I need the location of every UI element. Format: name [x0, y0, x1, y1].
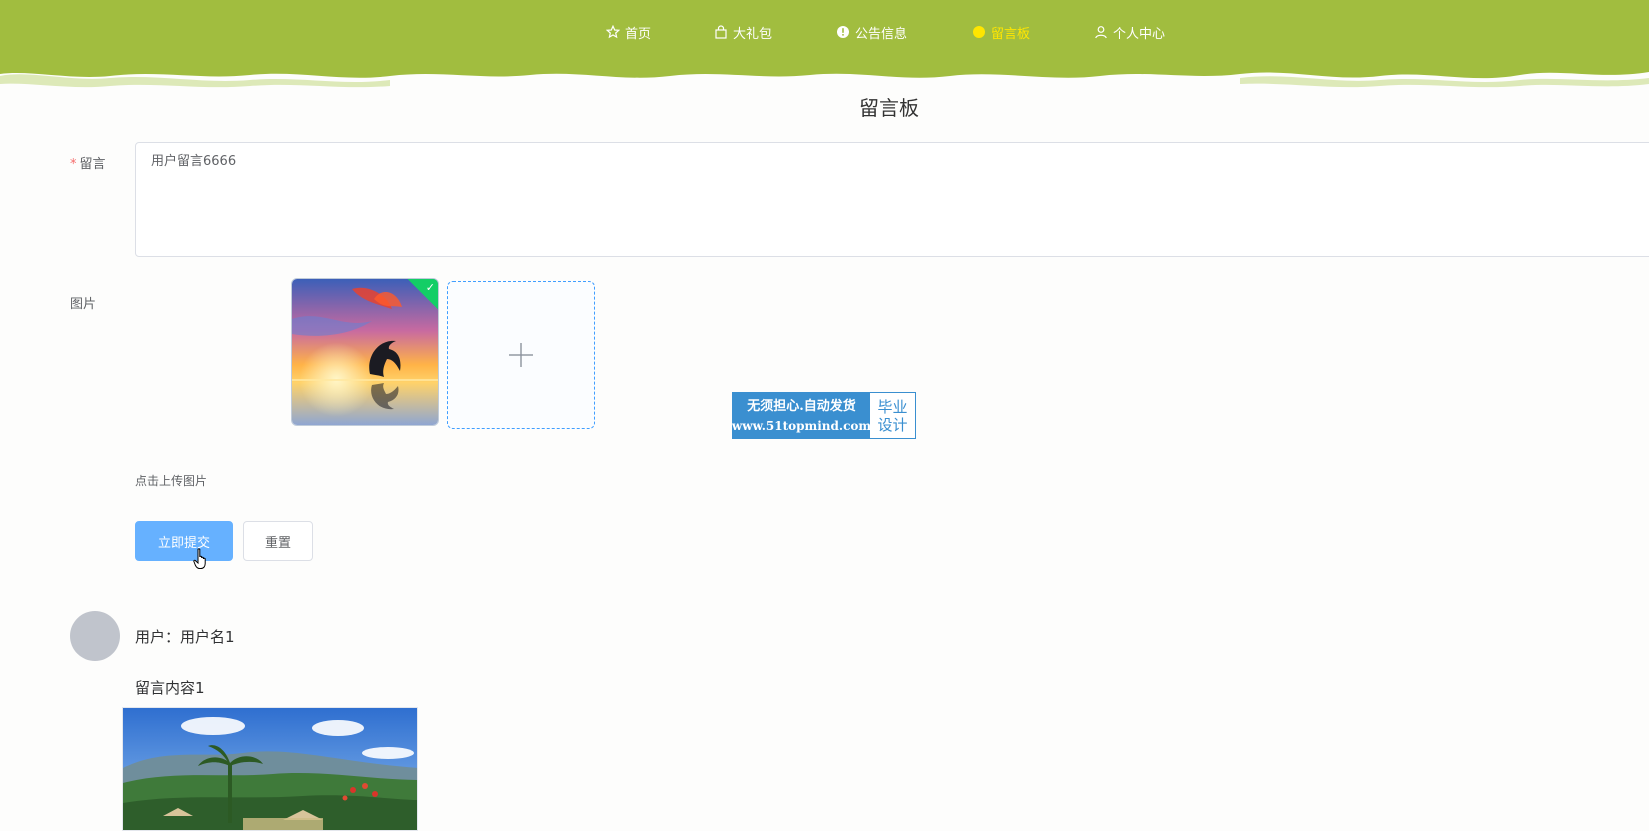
page-title: 留言板 — [859, 96, 919, 120]
message-author: 用户：用户名1 — [135, 628, 235, 646]
promo-watermark: 无须担心.自动发货 www.51topmind.com 毕业 设计 — [732, 392, 916, 439]
message-label: * 留言 — [70, 153, 106, 172]
check-icon: ✓ — [425, 281, 435, 294]
nav-label-profile: 个人中心 — [1113, 26, 1166, 42]
plus-icon — [509, 343, 533, 367]
watermark-line2: www.51topmind.com — [731, 418, 872, 433]
bag-icon — [715, 25, 727, 39]
nav-item-profile[interactable]: 个人中心 — [1094, 22, 1165, 42]
nav-item-announcements[interactable]: 公告信息 — [836, 22, 907, 42]
required-mark: * — [70, 157, 77, 172]
message-label-text: 留言 — [79, 157, 106, 172]
watermark-side-bottom: 设计 — [877, 415, 908, 434]
user-icon — [1095, 26, 1107, 39]
avatar — [70, 611, 120, 661]
message-content: 留言内容1 — [135, 679, 205, 697]
watermark-line1: 无须担心.自动发货 — [747, 398, 856, 414]
nav-item-gift-pack[interactable]: 大礼包 — [714, 22, 772, 42]
dot-icon — [973, 26, 985, 38]
nav-label-announcements: 公告信息 — [855, 26, 908, 42]
tropical-resort-image — [123, 708, 417, 830]
image-label: 图片 — [70, 297, 97, 312]
submit-button[interactable]: 立即提交 — [135, 521, 233, 561]
message-textarea[interactable] — [135, 142, 1649, 257]
nav-item-home[interactable]: 首页 — [606, 22, 651, 42]
info-icon — [837, 26, 849, 38]
uploaded-image-thumbnail[interactable]: ✓ — [291, 278, 439, 426]
watermark-main: 无须担心.自动发货 www.51topmind.com — [731, 393, 872, 438]
dolphin-sunset-image — [292, 279, 438, 425]
watermark-side: 毕业 设计 — [870, 393, 915, 438]
nav-label-gift-pack: 大礼包 — [733, 26, 773, 42]
star-icon — [606, 25, 620, 39]
image-upload-button[interactable] — [447, 281, 595, 429]
nav-label-message-board: 留言板 — [991, 26, 1031, 42]
main-nav: 首页 大礼包 公告信息 留言板 个人中心 — [0, 0, 1649, 64]
watermark-side-top: 毕业 — [877, 397, 908, 416]
reset-button[interactable]: 重置 — [243, 521, 313, 561]
nav-label-home: 首页 — [625, 26, 652, 42]
message-image — [122, 707, 418, 831]
hand-cursor-icon — [193, 548, 206, 569]
nav-item-message-board[interactable]: 留言板 — [972, 22, 1030, 42]
upload-hint: 点击上传图片 — [135, 474, 208, 488]
top-header: 首页 大礼包 公告信息 留言板 个人中心 — [0, 0, 1649, 90]
